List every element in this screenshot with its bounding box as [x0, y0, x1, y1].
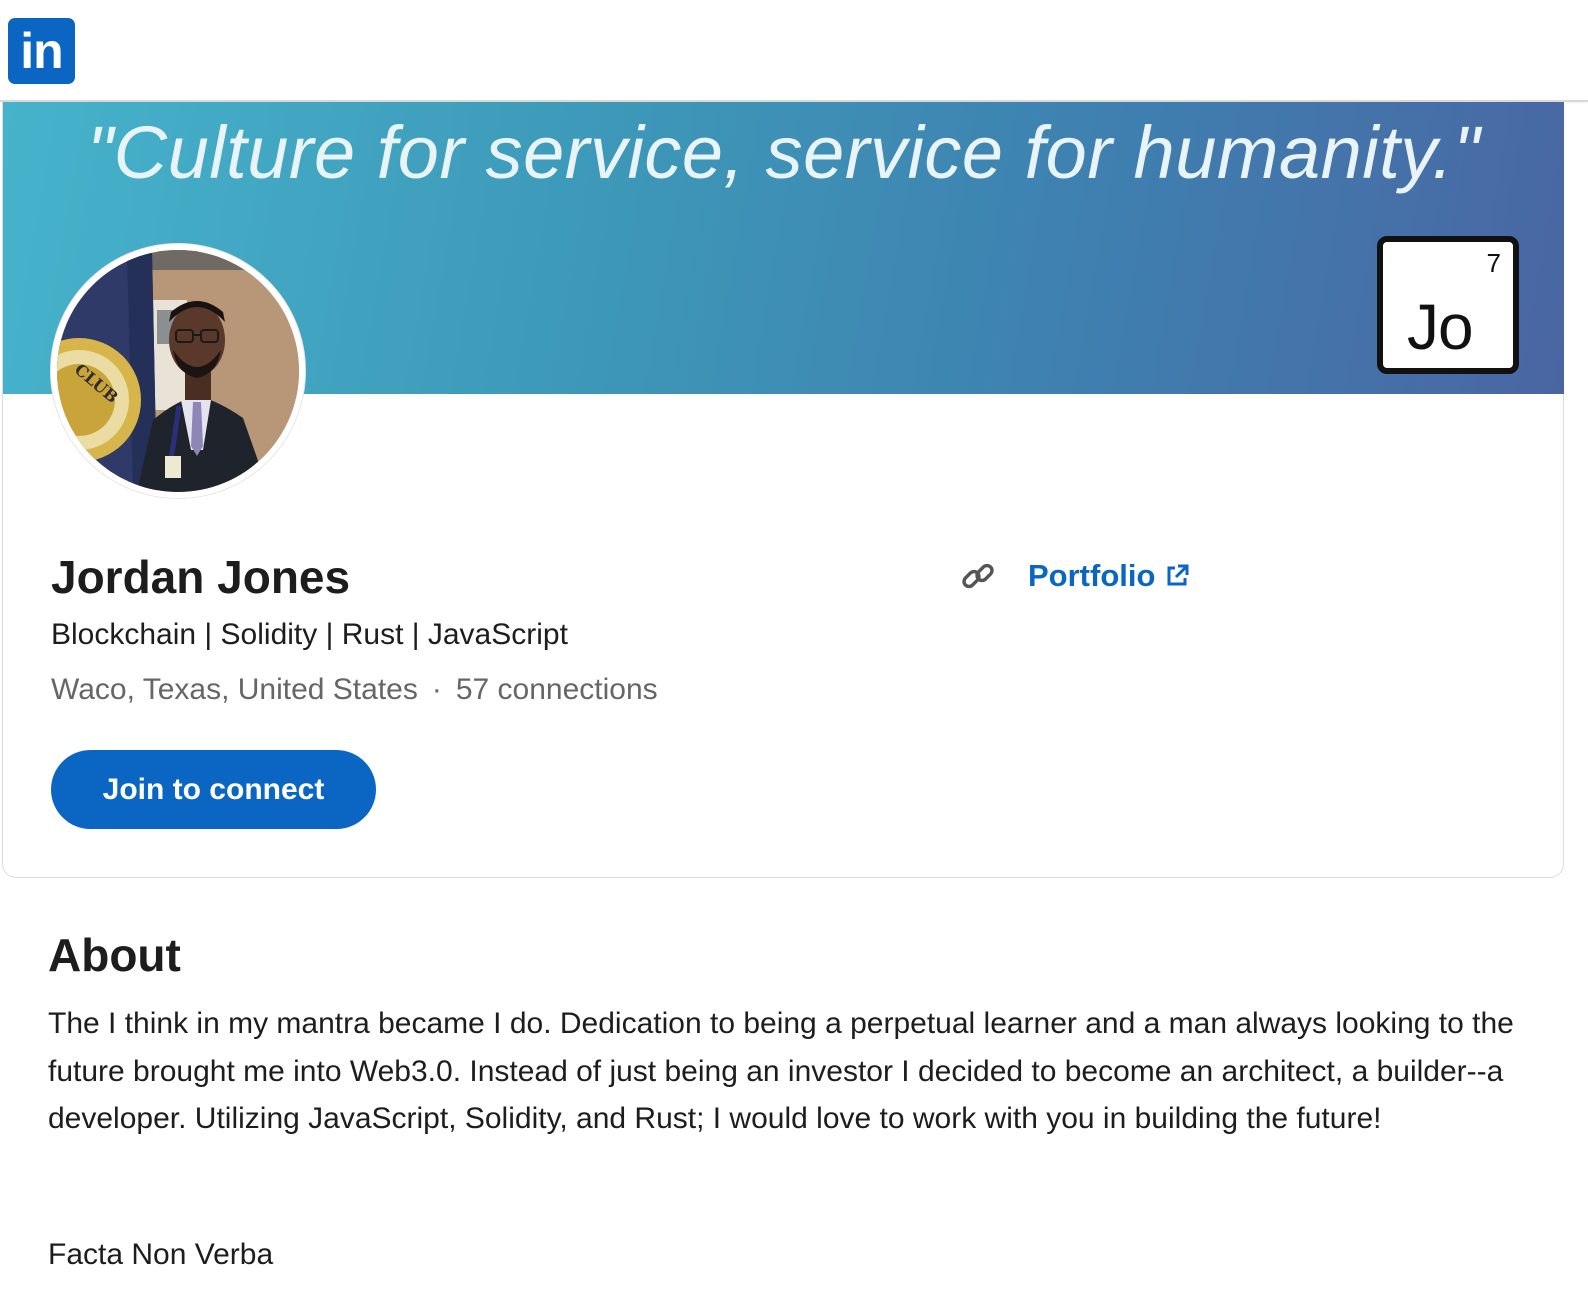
- profile-name: Jordan Jones: [51, 551, 351, 603]
- banner-quote: "Culture for service, service for humani…: [86, 111, 1481, 194]
- portfolio-link[interactable]: Portfolio: [1028, 558, 1189, 594]
- about-heading: About: [48, 929, 181, 981]
- portfolio-label: Portfolio: [1028, 558, 1156, 593]
- profile-avatar[interactable]: CLUB: [51, 244, 305, 498]
- profile-connections[interactable]: 57 connections: [456, 673, 658, 706]
- link-icon: [962, 563, 994, 589]
- element-symbol: Jo: [1407, 291, 1474, 363]
- profile-card: "Culture for service, service for humani…: [2, 102, 1564, 878]
- about-motto: Facta Non Verba: [48, 1238, 274, 1271]
- top-header: in: [0, 0, 1588, 102]
- about-text: The I think in my mantra became I do. De…: [48, 1007, 1514, 1135]
- external-link-icon: [1167, 564, 1189, 586]
- profile-location: Waco, Texas, United States: [51, 673, 418, 706]
- profile-meta: Waco, Texas, United States · 57 connection…: [51, 673, 658, 707]
- element-number: 7: [1486, 248, 1501, 278]
- meta-separator: ·: [431, 673, 442, 706]
- join-to-connect-button[interactable]: Join to connect: [51, 750, 376, 829]
- profile-headline: Blockchain | Solidity | Rust | JavaScrip…: [51, 618, 568, 651]
- linkedin-logo[interactable]: in: [8, 18, 75, 84]
- profile-photo: CLUB: [57, 250, 299, 492]
- element-tile: 7 Jo: [1377, 236, 1519, 374]
